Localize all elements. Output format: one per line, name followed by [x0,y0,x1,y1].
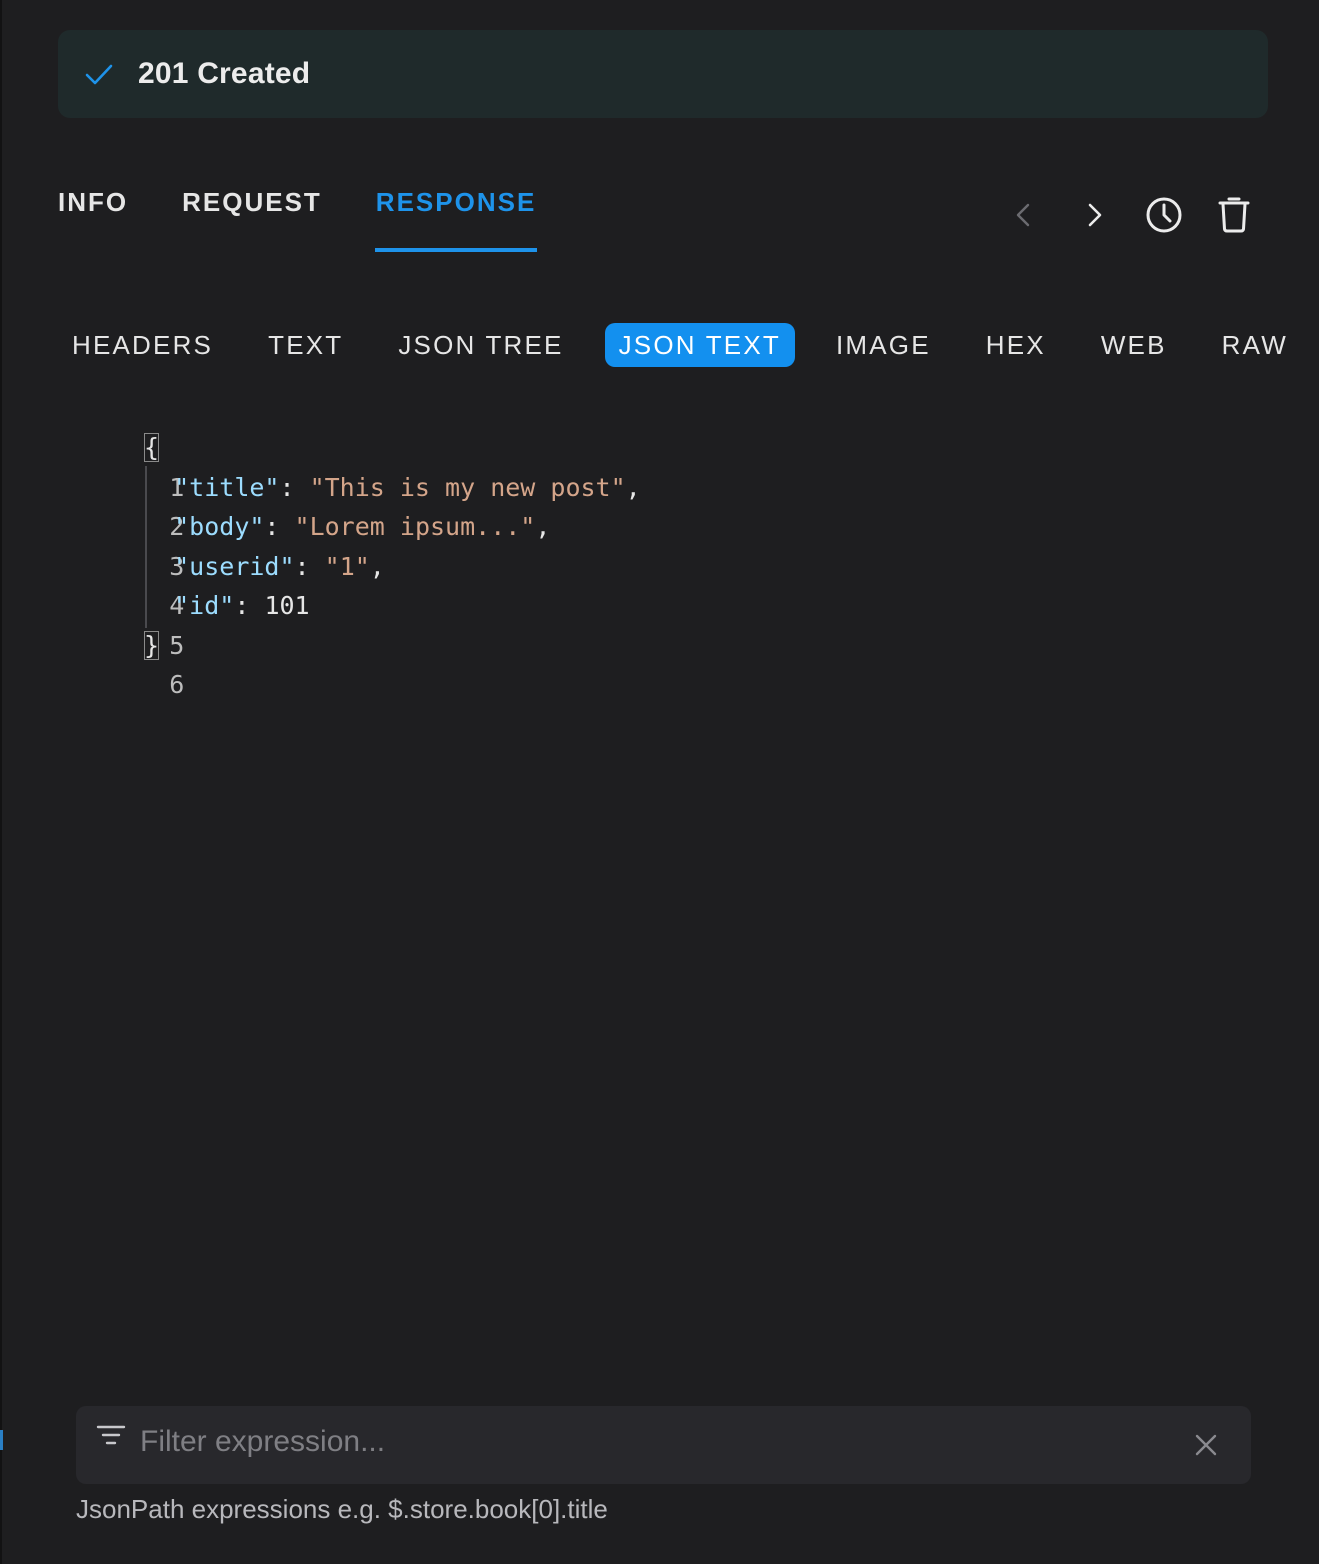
trash-icon [1218,197,1250,233]
tab-response[interactable]: RESPONSE [374,180,537,252]
view-mode-tabs: HEADERS TEXT JSON TREE JSON TEXT IMAGE H… [58,323,1319,367]
code-line: 3 "body": "Lorem ipsum...", [58,507,550,581]
open-brace: { [144,433,160,462]
chevron-left-icon [1016,203,1030,227]
line-number: 6 [169,670,185,699]
json-key: "body" [174,512,265,541]
code-line: 6} [58,626,184,699]
next-button[interactable] [1069,190,1119,240]
tab-text[interactable]: TEXT [254,323,357,367]
filter-expression-input[interactable] [138,1418,1172,1466]
history-button[interactable] [1139,190,1189,240]
json-key: "title" [174,472,280,502]
json-value: "1" [324,551,370,581]
code-line: 4 "userid": "1", [58,547,385,621]
tab-web[interactable]: WEB [1087,323,1181,367]
json-value: 101 [264,591,310,620]
code-line: 2 "title": "This is my new post", [58,468,640,542]
tab-image[interactable]: IMAGE [822,323,945,367]
main-tabs: INFO REQUEST RESPONSE [58,180,590,254]
json-key: "userid" [174,551,295,581]
response-panel: 201 Created INFO REQUEST RESPONSE HEADER… [0,0,1319,1564]
code-line: 5 "id": 101 [58,586,309,660]
tab-hex[interactable]: HEX [972,323,1060,367]
filter-bar [76,1406,1251,1484]
json-comma: , [369,551,385,581]
delete-button[interactable] [1209,190,1259,240]
previous-button[interactable] [999,190,1049,240]
status-banner: 201 Created [58,30,1268,118]
json-comma: , [625,472,641,502]
tab-json-text[interactable]: JSON TEXT [604,323,795,367]
tab-headers[interactable]: HEADERS [58,323,227,367]
filter-icon [96,1425,126,1445]
json-comma: , [535,512,551,541]
clock-icon [1146,197,1182,233]
json-value: "This is my new post" [309,472,626,502]
response-toolbar [979,190,1259,240]
tab-raw[interactable]: RAW [1208,323,1302,367]
edge-indicator [0,1430,3,1450]
json-key: "id" [174,591,235,620]
filter-hint: JsonPath expressions e.g. $.store.book[0… [76,1494,608,1524]
json-value: "Lorem ipsum..." [294,512,536,541]
check-icon [85,64,113,85]
close-brace: } [144,630,160,660]
chevron-right-icon [1088,203,1102,227]
tab-json-tree[interactable]: JSON TREE [384,323,577,367]
status-text: 201 Created [138,57,311,90]
tab-request[interactable]: REQUEST [182,180,322,252]
close-icon[interactable] [1191,1430,1221,1460]
json-code-view[interactable]: 1{ 2 "title": "This is my new post", 3 "… [58,428,641,699]
code-line: 1{ [58,428,184,502]
tab-info[interactable]: INFO [58,180,128,252]
